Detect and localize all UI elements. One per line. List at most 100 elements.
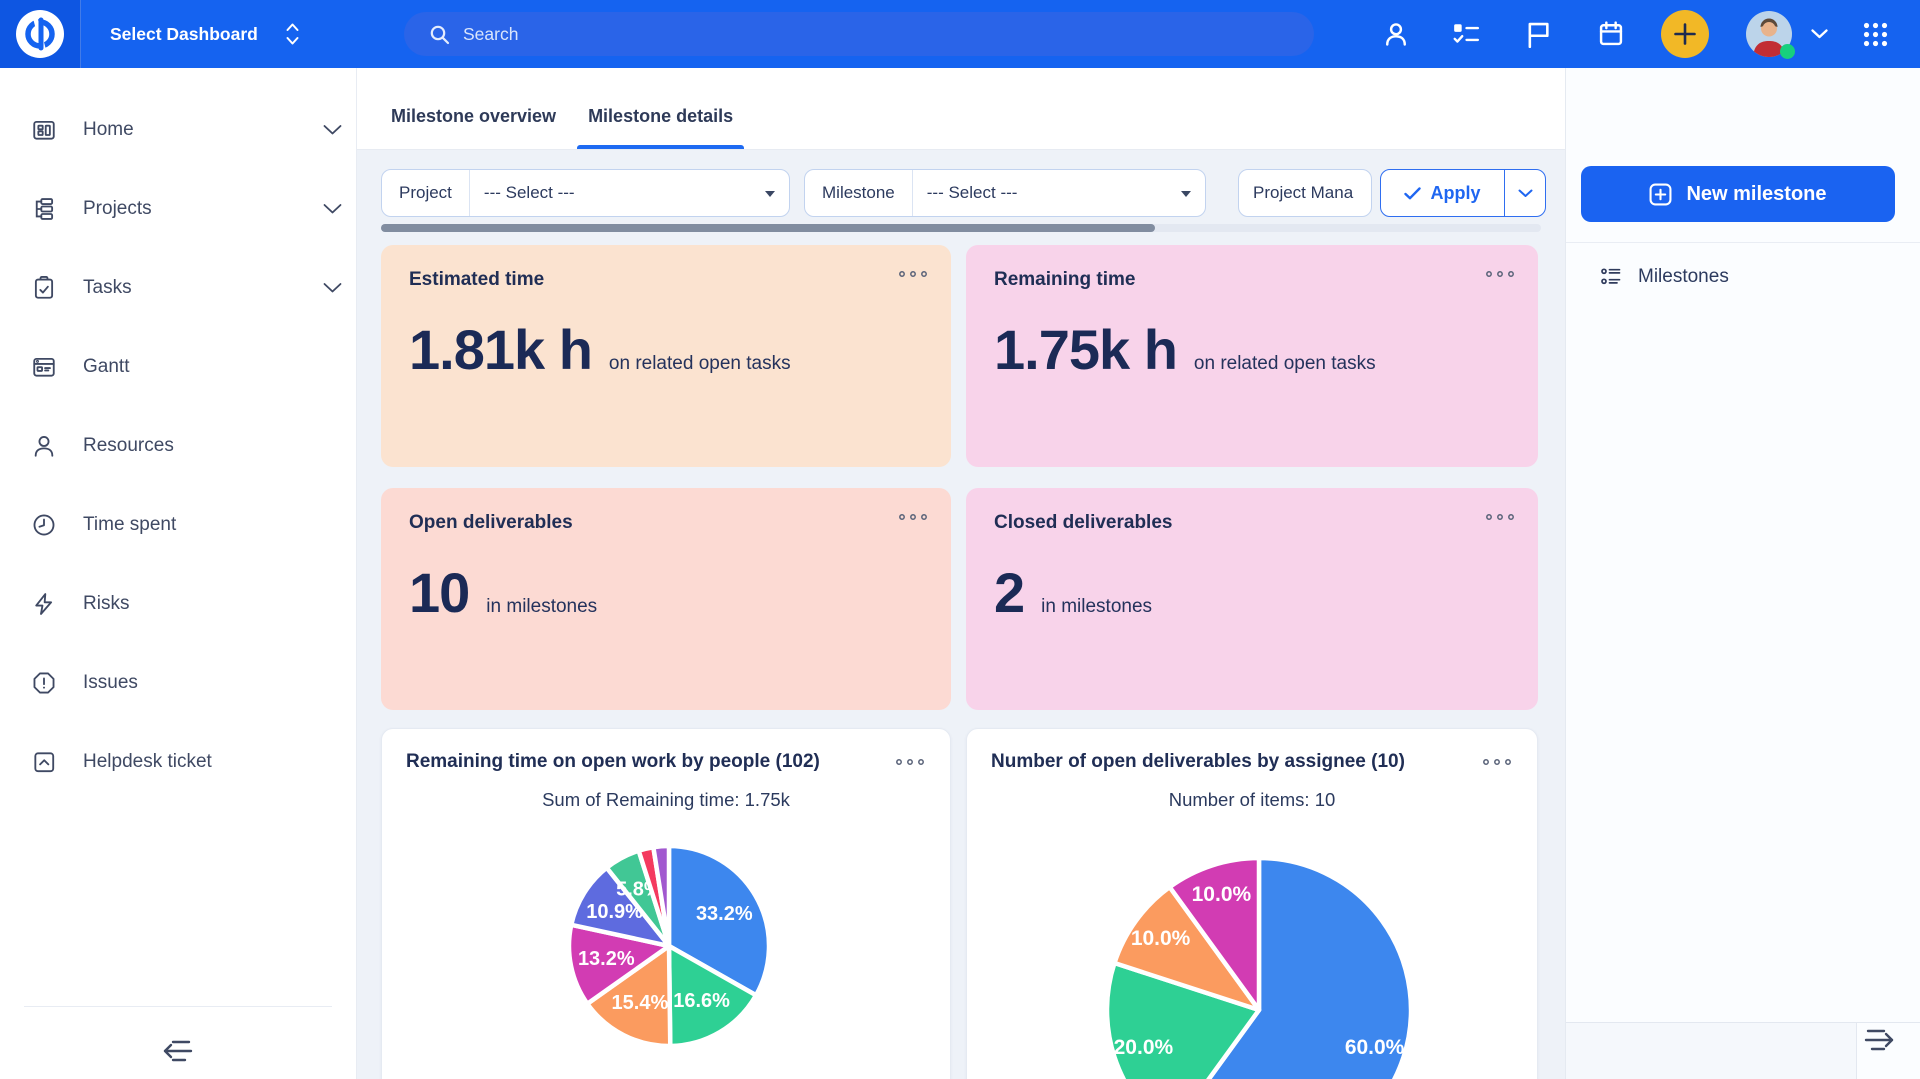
dropdown-caret-icon [1181, 191, 1191, 202]
new-milestone-label: New milestone [1686, 183, 1826, 206]
project-manager-filter[interactable]: Project Mana [1238, 169, 1372, 217]
kpi-value: 2 [994, 560, 1024, 625]
kpi-suffix: in milestones [486, 596, 597, 618]
milestones-list-icon [1599, 265, 1623, 289]
divider [1566, 242, 1920, 243]
chart-title: Number of open deliverables by assignee … [991, 751, 1405, 773]
chevron-down-icon [1518, 189, 1533, 198]
calendar-icon [1597, 20, 1625, 48]
kpi-suffix: on related open tasks [1194, 353, 1376, 375]
svg-text:20.0%: 20.0% [1114, 1036, 1174, 1059]
flag-button[interactable] [1521, 0, 1555, 68]
kpi-value: 1.75k h [994, 317, 1177, 382]
new-milestone-button[interactable]: New milestone [1581, 166, 1895, 222]
milestone-filter: Milestone --- Select --- [804, 169, 1206, 217]
chevron-down-icon[interactable] [323, 282, 342, 293]
apps-grid-button[interactable] [1858, 0, 1892, 68]
topbar: Select Dashboard Search [0, 0, 1920, 68]
sidebar-item-time-spent[interactable]: Time spent [0, 485, 356, 564]
sidebar-item-tasks[interactable]: Tasks [0, 248, 356, 327]
sidebar-label: Risks [83, 593, 129, 615]
collapse-right-icon [1861, 1026, 1897, 1054]
card-menu-icon[interactable] [894, 757, 926, 767]
dropdown-caret-icon [765, 191, 775, 202]
clock-icon [31, 512, 57, 538]
kpi-title: Open deliverables [409, 512, 923, 534]
app-logo[interactable] [0, 0, 81, 68]
sidebar-item-risks[interactable]: Risks [0, 564, 356, 643]
sidebar-item-helpdesk-ticket[interactable]: Helpdesk ticket [0, 722, 356, 801]
flag-icon [1525, 20, 1551, 48]
main-content: Milestone overview Milestone details Pro… [357, 68, 1565, 1079]
horizontal-scrollbar-track[interactable] [381, 224, 1541, 232]
project-manager-filter-value: Project Mana [1239, 183, 1371, 203]
quick-add-button[interactable] [1661, 10, 1709, 58]
sidebar-label: Helpdesk ticket [83, 751, 212, 773]
user-button[interactable] [1379, 0, 1413, 68]
person-icon [31, 433, 57, 459]
plus-icon [1673, 22, 1697, 46]
sidebar-item-gantt[interactable]: Gantt [0, 327, 356, 406]
chart-subtitle: Number of items: 10 [967, 789, 1537, 811]
svg-text:60.0%: 60.0% [1345, 1036, 1405, 1059]
sidebar-label: Projects [83, 198, 152, 220]
kpi-title: Estimated time [409, 269, 923, 291]
milestones-label: Milestones [1638, 266, 1729, 288]
avatar-menu-chevron[interactable] [1806, 0, 1832, 68]
search-placeholder: Search [463, 24, 518, 45]
collapse-right-panel-button[interactable] [1861, 1026, 1897, 1054]
chevron-down-icon[interactable] [323, 203, 342, 214]
sidebar-item-resources[interactable]: Resources [0, 406, 356, 485]
search-input[interactable]: Search [404, 12, 1314, 56]
card-menu-icon[interactable] [1484, 269, 1516, 279]
milestones-list-item[interactable]: Milestones [1566, 255, 1920, 299]
sidebar-label: Issues [83, 672, 138, 694]
svg-text:13.2%: 13.2% [578, 948, 635, 970]
kpi-value: 10 [409, 560, 469, 625]
card-menu-icon[interactable] [1484, 512, 1516, 522]
sidebar-item-projects[interactable]: Projects [0, 169, 356, 248]
project-filter: Project --- Select --- [381, 169, 790, 217]
dashboard-icon [31, 117, 57, 143]
tab-milestone-overview[interactable]: Milestone overview [380, 84, 567, 149]
gantt-icon [31, 354, 57, 380]
lightning-icon [31, 591, 57, 617]
collapse-sidebar-button[interactable] [160, 1037, 196, 1065]
sort-chevrons-icon [286, 23, 299, 45]
alert-octagon-icon [31, 670, 57, 696]
apps-grid-icon [1862, 21, 1889, 48]
tab-milestone-details[interactable]: Milestone details [577, 84, 744, 149]
online-status-dot [1780, 44, 1795, 59]
svg-text:15.4%: 15.4% [612, 992, 669, 1014]
kpi-title: Remaining time [994, 269, 1510, 291]
divider [1856, 1023, 1857, 1079]
apply-options-button[interactable] [1504, 170, 1545, 216]
plus-square-icon [1649, 183, 1672, 206]
calendar-button[interactable] [1594, 0, 1628, 68]
dashboard-selector[interactable]: Select Dashboard [110, 0, 299, 68]
horizontal-scrollbar-thumb[interactable] [381, 224, 1155, 232]
sidebar-label: Time spent [83, 514, 176, 536]
card-menu-icon[interactable] [1481, 757, 1513, 767]
chevron-down-icon[interactable] [323, 124, 342, 135]
card-menu-icon[interactable] [897, 512, 929, 522]
sidebar-item-home[interactable]: Home [0, 90, 356, 169]
hierarchy-icon [31, 196, 57, 222]
tab-bar: Milestone overview Milestone details [357, 68, 1565, 150]
kpi-suffix: on related open tasks [609, 353, 791, 375]
user-icon [1382, 20, 1410, 48]
kpi-card-estimated-time: Estimated time 1.81k h on related open t… [381, 245, 951, 467]
apply-button-label: Apply [1430, 183, 1480, 204]
svg-text:16.6%: 16.6% [673, 990, 730, 1012]
svg-text:10.0%: 10.0% [1131, 927, 1191, 950]
tasks-checklist-button[interactable] [1449, 0, 1483, 68]
kpi-card-open-deliverables: Open deliverables 10 in milestones [381, 488, 951, 710]
svg-text:33.2%: 33.2% [696, 903, 753, 925]
kpi-value: 1.81k h [409, 317, 592, 382]
apply-button-group: Apply [1380, 169, 1546, 217]
milestone-filter-select[interactable]: --- Select --- [913, 183, 1205, 203]
apply-button[interactable]: Apply [1381, 170, 1504, 216]
project-filter-select[interactable]: --- Select --- [470, 183, 789, 203]
sidebar-item-issues[interactable]: Issues [0, 643, 356, 722]
card-menu-icon[interactable] [897, 269, 929, 279]
